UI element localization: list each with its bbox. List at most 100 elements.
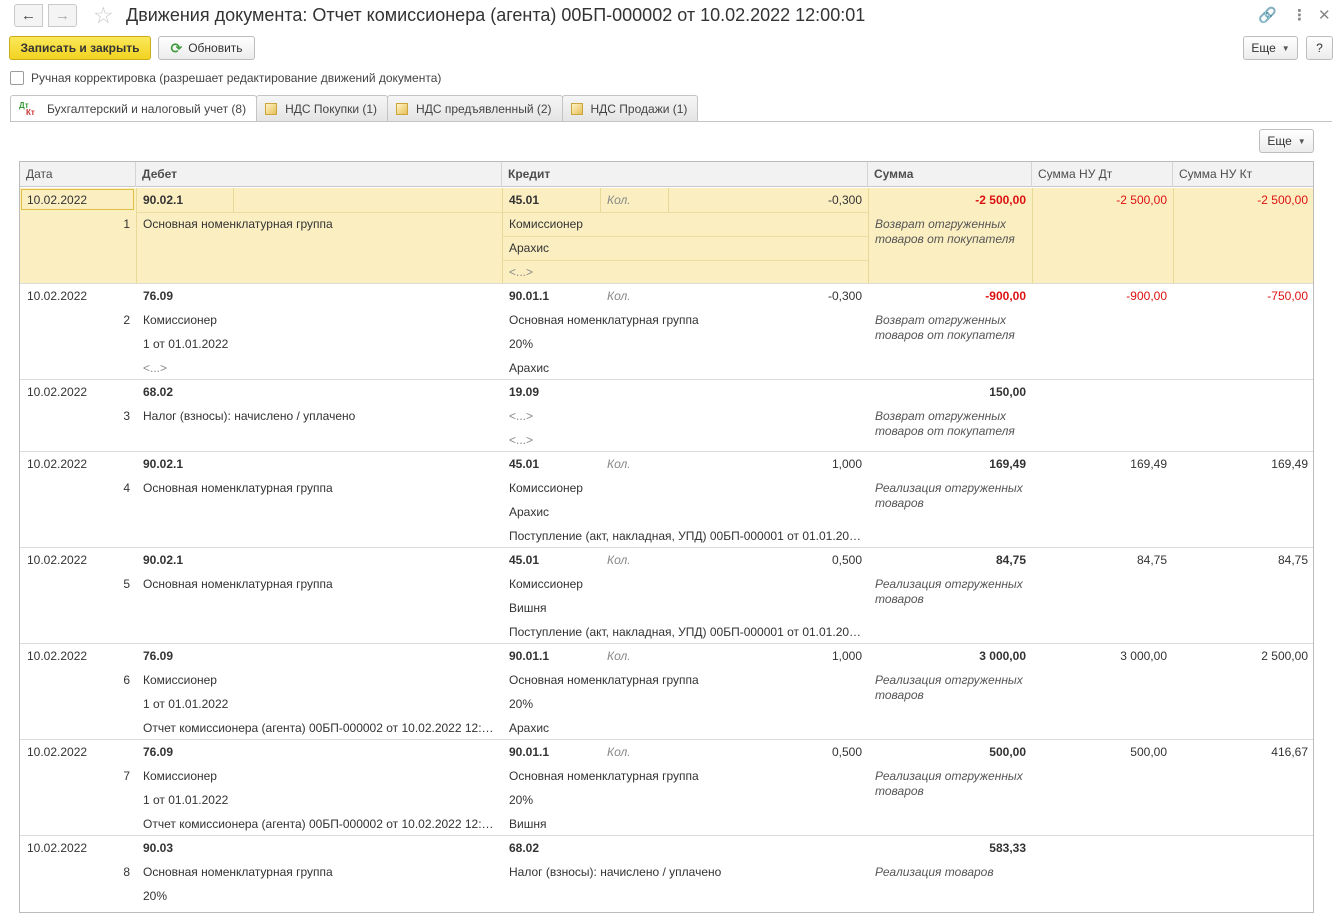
debit-subconto: 1 от 01.01.2022 bbox=[143, 337, 229, 351]
credit-account: 45.01 bbox=[509, 553, 540, 567]
row-sum: 3 000,00 bbox=[979, 649, 1026, 663]
credit-subconto: <...> bbox=[509, 265, 534, 279]
credit-account: 68.02 bbox=[509, 841, 540, 855]
manual-correction-checkbox[interactable] bbox=[10, 71, 24, 85]
row-sum: -900,00 bbox=[985, 289, 1026, 303]
credit-subconto: 20% bbox=[509, 697, 534, 711]
credit-account: 45.01 bbox=[509, 193, 540, 207]
column-sum[interactable]: Сумма bbox=[868, 162, 1032, 187]
link-icon[interactable]: 🔗 bbox=[1258, 6, 1277, 24]
row-number: 5 bbox=[123, 577, 130, 591]
credit-subconto: 20% bbox=[509, 337, 534, 351]
tab-label: Бухгалтерский и налоговый учет (8) bbox=[47, 102, 247, 116]
row-sum-nu-dt: 169,49 bbox=[1130, 457, 1167, 471]
column-date[interactable]: Дата bbox=[20, 162, 136, 187]
table-header: Дата Дебет Кредит Сумма Сумма НУ Дт Сумм… bbox=[20, 162, 1313, 187]
row-sum-nu-dt: 84,75 bbox=[1136, 553, 1167, 567]
row-description: Реализация отгруженных товаров bbox=[875, 769, 1023, 798]
table-row[interactable]: 10.02.2022 8 90.03 Основная номенклатурная … bbox=[20, 836, 1313, 912]
forward-button[interactable]: → bbox=[48, 4, 77, 27]
table-row[interactable]: 10.02.2022 6 76.09 Комиссионер 1 от 01.01.20… bbox=[20, 644, 1313, 740]
row-date: 10.02.2022 bbox=[27, 457, 88, 471]
credit-subconto: Основная номенклатурная группа bbox=[509, 313, 699, 327]
cell-separator bbox=[1173, 188, 1174, 284]
dt-kt-icon: Дт Кт bbox=[19, 101, 35, 117]
cell-separator bbox=[1032, 188, 1033, 284]
credit-subconto: Основная номенклатурная группа bbox=[509, 673, 699, 687]
tab-vat-presented[interactable]: НДС предъявленный (2) bbox=[387, 95, 563, 121]
row-description: Возврат отгруженных товаров от покупател… bbox=[875, 313, 1015, 342]
row-sum: 583,33 bbox=[989, 841, 1026, 855]
credit-account: 90.01.1 bbox=[509, 745, 550, 759]
tab-accounting[interactable]: Дт Кт Бухгалтерский и налоговый учет (8) bbox=[10, 95, 258, 122]
debit-subconto: <...> bbox=[143, 361, 168, 375]
more-vertical-icon[interactable]: ⋮ bbox=[1292, 6, 1307, 24]
row-sum: 169,49 bbox=[989, 457, 1026, 471]
debit-subconto: Отчет комиссионера (агента) 00БП-000002 … bbox=[143, 817, 495, 831]
arrow-left-icon: ← bbox=[21, 7, 36, 24]
register-icon bbox=[265, 102, 278, 115]
row-sum-nu-dt: 3 000,00 bbox=[1120, 649, 1167, 663]
title-bar: ← → ☆ Движения документа: Отчет комиссио… bbox=[0, 0, 1339, 32]
table-row[interactable]: 10.02.2022 2 76.09 Комиссионер 1 от 01.01.20… bbox=[20, 284, 1313, 380]
refresh-icon: ⟳ bbox=[170, 39, 183, 56]
column-debit[interactable]: Дебет bbox=[136, 162, 502, 187]
debit-account: 76.09 bbox=[143, 649, 174, 663]
credit-subconto: Комиссионер bbox=[509, 217, 583, 231]
row-number: 2 bbox=[123, 313, 130, 327]
debit-subconto: Комиссионер bbox=[143, 313, 217, 327]
column-credit[interactable]: Кредит bbox=[502, 162, 868, 187]
column-sum-nu-dt[interactable]: Сумма НУ Дт bbox=[1032, 162, 1173, 187]
debit-subconto: Комиссионер bbox=[143, 769, 217, 783]
credit-subconto: <...> bbox=[509, 433, 534, 447]
grid-more-button[interactable]: Еще ▼ bbox=[1259, 129, 1314, 153]
close-icon[interactable]: ✕ bbox=[1318, 6, 1331, 24]
more-button[interactable]: Еще ▼ bbox=[1243, 36, 1298, 60]
row-date: 10.02.2022 bbox=[27, 553, 88, 567]
table-row[interactable]: 10.02.2022 7 76.09 Комиссионер 1 от 01.01.20… bbox=[20, 740, 1313, 836]
row-sum: 150,00 bbox=[989, 385, 1026, 399]
movements-table[interactable]: Дата Дебет Кредит Сумма Сумма НУ Дт Сумм… bbox=[19, 161, 1314, 913]
row-description: Возврат отгруженных товаров от покупател… bbox=[875, 217, 1015, 246]
row-sum-nu-dt: -900,00 bbox=[1126, 289, 1167, 303]
credit-account: 19.09 bbox=[509, 385, 540, 399]
row-date: 10.02.2022 bbox=[27, 841, 88, 855]
column-sum-nu-kt[interactable]: Сумма НУ Кт bbox=[1173, 162, 1313, 187]
credit-subconto: Комиссионер bbox=[509, 577, 583, 591]
debit-account: 68.02 bbox=[143, 385, 174, 399]
cell-separator bbox=[668, 188, 669, 212]
help-button[interactable]: ? bbox=[1306, 36, 1333, 60]
toolbar: Записать и закрыть ⟳ Обновить Еще ▼ ? bbox=[0, 36, 1339, 64]
quantity-value: -0,300 bbox=[827, 193, 862, 207]
refresh-button[interactable]: ⟳ Обновить bbox=[158, 36, 255, 60]
save-and-close-button[interactable]: Записать и закрыть bbox=[9, 36, 151, 60]
row-sum: -2 500,00 bbox=[975, 193, 1026, 207]
table-row[interactable]: 10.02.2022 3 68.02 Налог (взносы): начислен… bbox=[20, 380, 1313, 452]
debit-subconto: Основная номенклатурная группа bbox=[143, 481, 333, 495]
credit-subconto: Вишня bbox=[509, 817, 547, 831]
quantity-value: 1,000 bbox=[831, 649, 862, 663]
quantity-value: 0,500 bbox=[831, 745, 862, 759]
credit-account: 45.01 bbox=[509, 457, 540, 471]
debit-subconto: 1 от 01.01.2022 bbox=[143, 793, 229, 807]
back-button[interactable]: ← bbox=[14, 4, 43, 27]
row-number: 4 bbox=[123, 481, 130, 495]
table-row[interactable]: 10.02.2022 1 90.02.1 Основная номенклатурна… bbox=[20, 188, 1313, 284]
tab-vat-purchases[interactable]: НДС Покупки (1) bbox=[256, 95, 389, 121]
credit-subconto: Основная номенклатурная группа bbox=[509, 769, 699, 783]
favorite-star-icon[interactable]: ☆ bbox=[93, 2, 114, 28]
quantity-value: -0,300 bbox=[827, 289, 862, 303]
row-number: 1 bbox=[123, 217, 130, 231]
table-row[interactable]: 10.02.2022 4 90.02.1 Основная номенклатурна… bbox=[20, 452, 1313, 548]
quantity-label: Кол. bbox=[607, 745, 631, 759]
debit-subconto: Основная номенклатурная группа bbox=[143, 217, 333, 231]
manual-correction-row: Ручная корректировка (разрешает редактир… bbox=[10, 70, 441, 86]
row-sum-nu-dt: -2 500,00 bbox=[1116, 193, 1167, 207]
row-sum-nu-kt: 416,67 bbox=[1271, 745, 1308, 759]
credit-subconto: 20% bbox=[509, 793, 534, 807]
tabs-bar: Дт Кт Бухгалтерский и налоговый учет (8) … bbox=[10, 95, 699, 122]
quantity-label: Кол. bbox=[607, 289, 631, 303]
table-row[interactable]: 10.02.2022 5 90.02.1 Основная номенклатурна… bbox=[20, 548, 1313, 644]
tab-vat-sales[interactable]: НДС Продажи (1) bbox=[561, 95, 699, 121]
row-sum-nu-kt: -2 500,00 bbox=[1257, 193, 1308, 207]
